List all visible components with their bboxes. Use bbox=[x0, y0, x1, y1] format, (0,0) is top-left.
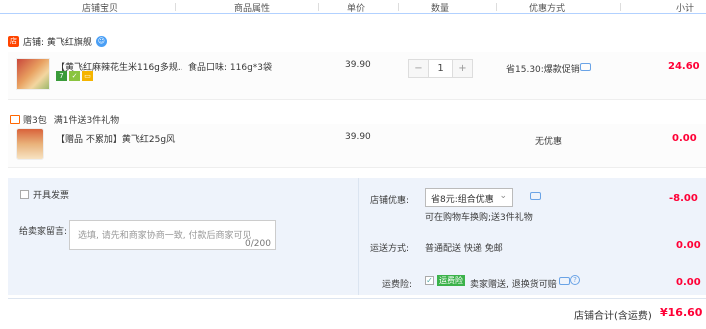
header-subtotal: 小计 bbox=[676, 4, 695, 14]
wangwang-icon[interactable]: ☺ bbox=[95, 36, 107, 47]
message-textarea[interactable]: 选填, 请先和商家协商一致, 付款后商家可见 0/200 bbox=[69, 220, 276, 250]
gift-item-title[interactable]: 【赠品 不累加】黄飞红25g风... bbox=[56, 132, 176, 145]
header-attr: 商品属性 bbox=[234, 4, 271, 14]
gift-item-price: 39.90 bbox=[345, 132, 371, 142]
item-attr: 食品口味: 116g*3袋 bbox=[188, 63, 273, 73]
gift-item-subtotal: 0.00 bbox=[672, 133, 697, 144]
shop-total-label: 店铺合计(含运费) bbox=[574, 311, 652, 322]
shop-discount-value: 省8元:组合优惠 bbox=[431, 195, 494, 205]
message-placeholder: 选填, 请先和商家协商一致, 付款后商家可见 bbox=[78, 231, 252, 241]
shop-row: 店 店铺: 黄飞红旗舰 ☺ bbox=[8, 35, 107, 48]
header-qty: 数量 bbox=[431, 4, 450, 14]
discount-chat-icon[interactable] bbox=[530, 192, 541, 200]
badge-quality-icon: ✓ bbox=[69, 71, 80, 81]
shop-discount-label: 店铺优惠: bbox=[370, 196, 410, 206]
shop-discount-select[interactable]: 省8元:组合优惠 ⌄ bbox=[425, 188, 513, 207]
header-promo: 优惠方式 bbox=[529, 4, 566, 14]
invoice-label: 开具发票 bbox=[33, 191, 70, 201]
insurance-chat-icon[interactable] bbox=[559, 277, 570, 285]
shop-discount-amount: -8.00 bbox=[669, 193, 698, 204]
shipping-value: 普通配送 快递 免邮 bbox=[425, 244, 503, 254]
item-promo: 省15.30:爆款促销 bbox=[506, 65, 580, 75]
item-thumbnail[interactable] bbox=[16, 58, 50, 90]
header-item: 店铺宝贝 bbox=[82, 4, 119, 14]
shop-total-amount: ¥16.60 bbox=[660, 306, 703, 319]
quantity-stepper: − 1 + bbox=[408, 59, 473, 78]
invoice-option: 开具发票 bbox=[20, 188, 69, 201]
shipping-amount: 0.00 bbox=[676, 240, 701, 251]
shop-name[interactable]: 店铺: 黄飞红旗舰 bbox=[23, 35, 92, 48]
message-counter: 0/200 bbox=[245, 239, 271, 249]
chevron-down-icon: ⌄ bbox=[499, 191, 507, 201]
qty-plus-button[interactable]: + bbox=[452, 59, 473, 78]
insurance-checkbox[interactable]: ✓ bbox=[425, 276, 434, 285]
header-price: 单价 bbox=[347, 4, 366, 14]
badge-card-icon: ▭ bbox=[82, 71, 93, 81]
qty-input[interactable]: 1 bbox=[429, 59, 452, 78]
shop-discount-note: 可在购物车换购;送3件礼物 bbox=[425, 213, 533, 223]
insurance-label: 运费险: bbox=[382, 280, 413, 290]
promo-chat-icon[interactable] bbox=[580, 63, 591, 71]
help-icon[interactable]: ? bbox=[570, 275, 580, 285]
badge-7day-icon: 7 bbox=[56, 71, 67, 81]
insurance-badge: 运费险 bbox=[437, 275, 465, 286]
insurance-desc: 卖家赠送, 退换货可赔 bbox=[470, 280, 557, 290]
gift-icon bbox=[10, 115, 20, 124]
message-label: 给卖家留言: bbox=[19, 227, 68, 237]
insurance-amount: 0.00 bbox=[676, 277, 701, 288]
gift-item-promo: 无优惠 bbox=[535, 137, 563, 147]
qty-minus-button[interactable]: − bbox=[408, 59, 429, 78]
item-price: 39.90 bbox=[345, 60, 371, 70]
order-table-header: 店铺宝贝 商品属性 单价 数量 优惠方式 小计 bbox=[0, 0, 706, 14]
item-subtotal: 24.60 bbox=[668, 61, 700, 72]
gift-item-thumbnail[interactable] bbox=[16, 128, 44, 160]
invoice-checkbox[interactable] bbox=[20, 190, 29, 199]
shipping-label: 运送方式: bbox=[370, 244, 410, 254]
shop-icon: 店 bbox=[8, 36, 19, 47]
item-badges: 7 ✓ ▭ bbox=[56, 71, 93, 81]
gift-item-row bbox=[8, 124, 706, 168]
